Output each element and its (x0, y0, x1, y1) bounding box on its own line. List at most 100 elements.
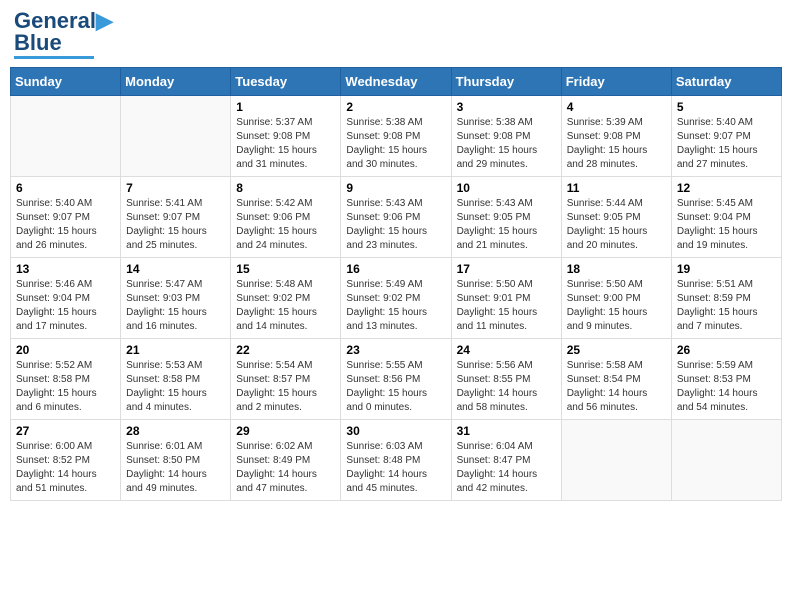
calendar-cell: 11 Sunrise: 5:44 AMSunset: 9:05 PMDaylig… (561, 177, 671, 258)
day-number: 9 (346, 181, 445, 195)
calendar-cell: 14 Sunrise: 5:47 AMSunset: 9:03 PMDaylig… (121, 258, 231, 339)
day-number: 5 (677, 100, 776, 114)
day-number: 15 (236, 262, 335, 276)
cell-info: Sunrise: 5:50 AMSunset: 9:00 PMDaylight:… (567, 278, 666, 334)
day-number: 14 (126, 262, 225, 276)
cell-info: Sunrise: 5:52 AMSunset: 8:58 PMDaylight:… (16, 359, 115, 415)
cell-info: Sunrise: 5:38 AMSunset: 9:08 PMDaylight:… (457, 116, 556, 172)
calendar-cell (671, 420, 781, 501)
cell-info: Sunrise: 5:42 AMSunset: 9:06 PMDaylight:… (236, 197, 335, 253)
calendar-cell: 17 Sunrise: 5:50 AMSunset: 9:01 PMDaylig… (451, 258, 561, 339)
day-number: 1 (236, 100, 335, 114)
calendar-cell: 20 Sunrise: 5:52 AMSunset: 8:58 PMDaylig… (11, 339, 121, 420)
day-number: 29 (236, 424, 335, 438)
cell-info: Sunrise: 5:47 AMSunset: 9:03 PMDaylight:… (126, 278, 225, 334)
cell-info: Sunrise: 5:45 AMSunset: 9:04 PMDaylight:… (677, 197, 776, 253)
day-number: 13 (16, 262, 115, 276)
header-thursday: Thursday (451, 68, 561, 96)
calendar-week-5: 27 Sunrise: 6:00 AMSunset: 8:52 PMDaylig… (11, 420, 782, 501)
header-sunday: Sunday (11, 68, 121, 96)
calendar-cell (121, 96, 231, 177)
calendar-cell: 22 Sunrise: 5:54 AMSunset: 8:57 PMDaylig… (231, 339, 341, 420)
cell-info: Sunrise: 5:53 AMSunset: 8:58 PMDaylight:… (126, 359, 225, 415)
cell-info: Sunrise: 5:40 AMSunset: 9:07 PMDaylight:… (677, 116, 776, 172)
day-number: 30 (346, 424, 445, 438)
cell-info: Sunrise: 6:02 AMSunset: 8:49 PMDaylight:… (236, 440, 335, 496)
logo: General▶Blue (14, 10, 113, 59)
header-monday: Monday (121, 68, 231, 96)
header-wednesday: Wednesday (341, 68, 451, 96)
calendar-cell: 16 Sunrise: 5:49 AMSunset: 9:02 PMDaylig… (341, 258, 451, 339)
day-number: 2 (346, 100, 445, 114)
cell-info: Sunrise: 5:59 AMSunset: 8:53 PMDaylight:… (677, 359, 776, 415)
day-number: 28 (126, 424, 225, 438)
cell-info: Sunrise: 5:54 AMSunset: 8:57 PMDaylight:… (236, 359, 335, 415)
calendar-cell: 10 Sunrise: 5:43 AMSunset: 9:05 PMDaylig… (451, 177, 561, 258)
day-number: 24 (457, 343, 556, 357)
day-number: 18 (567, 262, 666, 276)
calendar-week-3: 13 Sunrise: 5:46 AMSunset: 9:04 PMDaylig… (11, 258, 782, 339)
calendar-week-1: 1 Sunrise: 5:37 AMSunset: 9:08 PMDayligh… (11, 96, 782, 177)
calendar-cell: 18 Sunrise: 5:50 AMSunset: 9:00 PMDaylig… (561, 258, 671, 339)
day-number: 19 (677, 262, 776, 276)
calendar-cell: 27 Sunrise: 6:00 AMSunset: 8:52 PMDaylig… (11, 420, 121, 501)
calendar-cell: 6 Sunrise: 5:40 AMSunset: 9:07 PMDayligh… (11, 177, 121, 258)
calendar-cell: 2 Sunrise: 5:38 AMSunset: 9:08 PMDayligh… (341, 96, 451, 177)
calendar-table: SundayMondayTuesdayWednesdayThursdayFrid… (10, 67, 782, 501)
cell-info: Sunrise: 5:56 AMSunset: 8:55 PMDaylight:… (457, 359, 556, 415)
day-number: 11 (567, 181, 666, 195)
day-number: 4 (567, 100, 666, 114)
cell-info: Sunrise: 6:03 AMSunset: 8:48 PMDaylight:… (346, 440, 445, 496)
cell-info: Sunrise: 5:37 AMSunset: 9:08 PMDaylight:… (236, 116, 335, 172)
cell-info: Sunrise: 6:00 AMSunset: 8:52 PMDaylight:… (16, 440, 115, 496)
calendar-cell: 15 Sunrise: 5:48 AMSunset: 9:02 PMDaylig… (231, 258, 341, 339)
day-number: 27 (16, 424, 115, 438)
calendar-cell: 28 Sunrise: 6:01 AMSunset: 8:50 PMDaylig… (121, 420, 231, 501)
day-number: 10 (457, 181, 556, 195)
calendar-cell: 25 Sunrise: 5:58 AMSunset: 8:54 PMDaylig… (561, 339, 671, 420)
day-number: 21 (126, 343, 225, 357)
calendar-cell: 23 Sunrise: 5:55 AMSunset: 8:56 PMDaylig… (341, 339, 451, 420)
calendar-header-row: SundayMondayTuesdayWednesdayThursdayFrid… (11, 68, 782, 96)
calendar-week-2: 6 Sunrise: 5:40 AMSunset: 9:07 PMDayligh… (11, 177, 782, 258)
calendar-cell: 29 Sunrise: 6:02 AMSunset: 8:49 PMDaylig… (231, 420, 341, 501)
calendar-week-4: 20 Sunrise: 5:52 AMSunset: 8:58 PMDaylig… (11, 339, 782, 420)
day-number: 17 (457, 262, 556, 276)
calendar-cell: 21 Sunrise: 5:53 AMSunset: 8:58 PMDaylig… (121, 339, 231, 420)
day-number: 22 (236, 343, 335, 357)
cell-info: Sunrise: 5:50 AMSunset: 9:01 PMDaylight:… (457, 278, 556, 334)
cell-info: Sunrise: 5:43 AMSunset: 9:05 PMDaylight:… (457, 197, 556, 253)
calendar-cell: 5 Sunrise: 5:40 AMSunset: 9:07 PMDayligh… (671, 96, 781, 177)
cell-info: Sunrise: 5:51 AMSunset: 8:59 PMDaylight:… (677, 278, 776, 334)
calendar-cell: 26 Sunrise: 5:59 AMSunset: 8:53 PMDaylig… (671, 339, 781, 420)
cell-info: Sunrise: 5:39 AMSunset: 9:08 PMDaylight:… (567, 116, 666, 172)
calendar-cell: 4 Sunrise: 5:39 AMSunset: 9:08 PMDayligh… (561, 96, 671, 177)
calendar-cell (11, 96, 121, 177)
calendar-cell: 24 Sunrise: 5:56 AMSunset: 8:55 PMDaylig… (451, 339, 561, 420)
cell-info: Sunrise: 5:40 AMSunset: 9:07 PMDaylight:… (16, 197, 115, 253)
cell-info: Sunrise: 5:44 AMSunset: 9:05 PMDaylight:… (567, 197, 666, 253)
page-header: General▶Blue (10, 10, 782, 59)
cell-info: Sunrise: 6:01 AMSunset: 8:50 PMDaylight:… (126, 440, 225, 496)
calendar-cell: 13 Sunrise: 5:46 AMSunset: 9:04 PMDaylig… (11, 258, 121, 339)
day-number: 31 (457, 424, 556, 438)
cell-info: Sunrise: 5:58 AMSunset: 8:54 PMDaylight:… (567, 359, 666, 415)
header-saturday: Saturday (671, 68, 781, 96)
calendar-cell (561, 420, 671, 501)
cell-info: Sunrise: 6:04 AMSunset: 8:47 PMDaylight:… (457, 440, 556, 496)
header-tuesday: Tuesday (231, 68, 341, 96)
calendar-cell: 12 Sunrise: 5:45 AMSunset: 9:04 PMDaylig… (671, 177, 781, 258)
cell-info: Sunrise: 5:55 AMSunset: 8:56 PMDaylight:… (346, 359, 445, 415)
calendar-cell: 7 Sunrise: 5:41 AMSunset: 9:07 PMDayligh… (121, 177, 231, 258)
calendar-cell: 8 Sunrise: 5:42 AMSunset: 9:06 PMDayligh… (231, 177, 341, 258)
calendar-cell: 31 Sunrise: 6:04 AMSunset: 8:47 PMDaylig… (451, 420, 561, 501)
calendar-cell: 3 Sunrise: 5:38 AMSunset: 9:08 PMDayligh… (451, 96, 561, 177)
calendar-cell: 1 Sunrise: 5:37 AMSunset: 9:08 PMDayligh… (231, 96, 341, 177)
header-friday: Friday (561, 68, 671, 96)
cell-info: Sunrise: 5:41 AMSunset: 9:07 PMDaylight:… (126, 197, 225, 253)
cell-info: Sunrise: 5:43 AMSunset: 9:06 PMDaylight:… (346, 197, 445, 253)
calendar-cell: 9 Sunrise: 5:43 AMSunset: 9:06 PMDayligh… (341, 177, 451, 258)
calendar-cell: 19 Sunrise: 5:51 AMSunset: 8:59 PMDaylig… (671, 258, 781, 339)
calendar-cell: 30 Sunrise: 6:03 AMSunset: 8:48 PMDaylig… (341, 420, 451, 501)
day-number: 3 (457, 100, 556, 114)
